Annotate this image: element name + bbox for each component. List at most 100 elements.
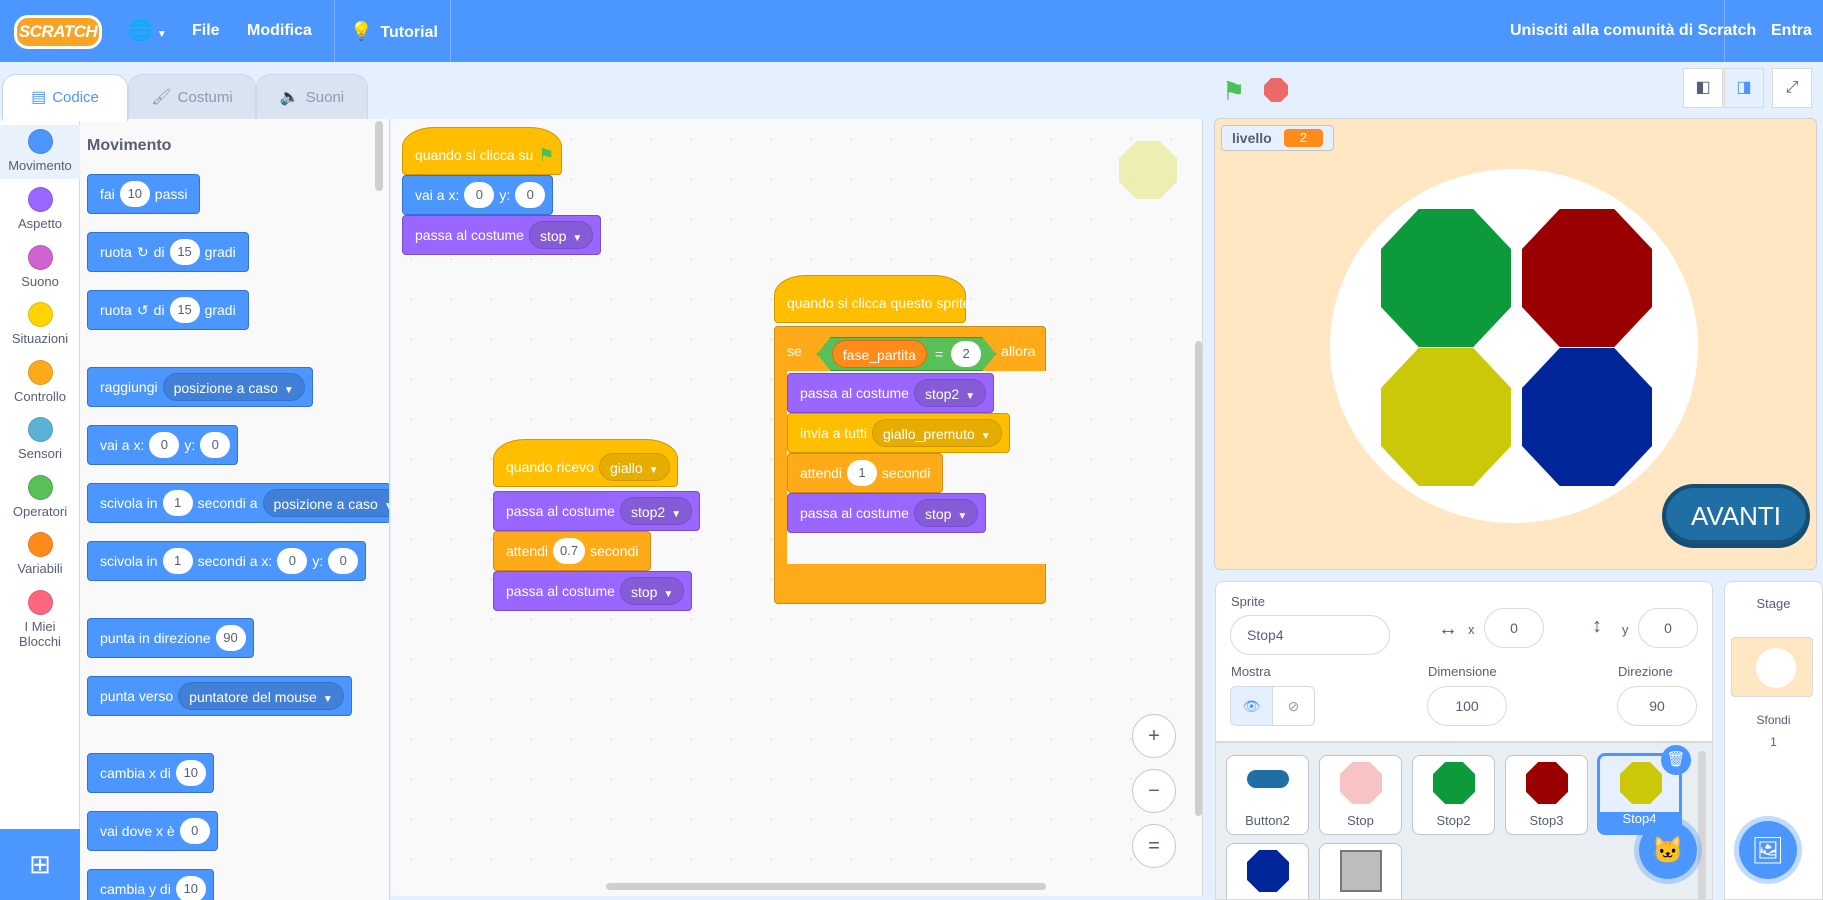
fullscreen-button[interactable]: ⤢	[1772, 68, 1812, 108]
tab-code[interactable]: ▤ Codice	[2, 74, 128, 121]
block-when-receive[interactable]: quando ricevo giallo ▼	[493, 439, 678, 487]
block-point-direction[interactable]: punta in direzione 90	[87, 618, 254, 658]
block-turn-left[interactable]: ruota ↺ di 15 gradi	[87, 290, 249, 330]
sprite-thumb-stop[interactable]: Stop	[1319, 755, 1402, 835]
seconds-input[interactable]: 1	[847, 460, 878, 486]
sprite-thumb[interactable]	[1319, 843, 1402, 899]
category-sensing[interactable]: Sensori	[0, 413, 80, 467]
block-glide-xy[interactable]: scivola in 1 secondi a x: 0 y: 0	[87, 541, 367, 581]
equals-operator[interactable]: fase_partita = 2	[817, 337, 996, 371]
block-turn-right[interactable]: ruota ↻ di 15 gradi	[87, 232, 249, 272]
costume-dropdown[interactable]: stop ▼	[619, 577, 685, 605]
direction-input[interactable]: 90	[1617, 686, 1697, 726]
block-switch-costume[interactable]: passa al costume stop ▼	[402, 215, 602, 255]
y-input[interactable]: 0	[200, 432, 231, 458]
zoom-out-button[interactable]: −	[1132, 769, 1176, 813]
workspace-vertical-scrollbar[interactable]	[1195, 341, 1202, 816]
y-input[interactable]: 0	[515, 182, 546, 208]
costume-dropdown[interactable]: stop ▼	[528, 221, 594, 249]
join-scratch-link[interactable]: Unisciti alla comunità di Scratch	[1510, 0, 1756, 62]
green-flag-button[interactable]: ⚑	[1222, 77, 1250, 105]
x-input[interactable]: 0	[277, 548, 308, 574]
green-octagon-sprite[interactable]	[1381, 209, 1511, 347]
choose-backdrop-button[interactable]: 🖼	[1739, 821, 1797, 879]
file-menu[interactable]: File	[192, 0, 220, 62]
variable-reporter[interactable]: fase_partita	[832, 340, 927, 368]
blue-octagon-sprite[interactable]	[1522, 348, 1652, 486]
block-move-steps[interactable]: fai 10 passi	[87, 174, 201, 214]
add-extension-button[interactable]: ⊞	[0, 829, 80, 900]
y-input[interactable]: 0	[328, 548, 359, 574]
sprite-thumb-stop2[interactable]: Stop2	[1412, 755, 1495, 835]
degrees-input[interactable]: 15	[169, 239, 200, 265]
stage-canvas[interactable]: livello 2 AVANTI	[1214, 118, 1817, 570]
avanti-button-sprite[interactable]: AVANTI	[1662, 484, 1810, 548]
category-my-blocks[interactable]: I Miei Blocchi	[0, 586, 80, 656]
small-stage-button[interactable]: ◧	[1683, 68, 1723, 108]
goto-dropdown[interactable]: posizione a caso ▼	[162, 373, 305, 401]
y-input[interactable]: 10	[175, 876, 206, 900]
block-goto-xy[interactable]: vai a x: 0 y: 0	[402, 175, 554, 215]
block-wait[interactable]: attendi 1 secondi	[787, 453, 944, 493]
seconds-input[interactable]: 1	[162, 548, 193, 574]
block-goto-xy[interactable]: vai a x: 0 y: 0	[87, 425, 239, 465]
scratch-logo[interactable]: SCRATCH	[14, 15, 102, 49]
tab-costumes[interactable]: 🖌 Costumi	[128, 74, 256, 120]
block-change-y[interactable]: cambia y di 10	[87, 869, 214, 900]
sprite-name-input[interactable]: Stop4	[1230, 615, 1390, 655]
category-motion[interactable]: Movimento	[0, 125, 80, 179]
broadcast-dropdown[interactable]: giallo_premuto ▼	[871, 419, 1002, 447]
x-position-input[interactable]: 0	[1484, 608, 1544, 648]
category-operators[interactable]: Operatori	[0, 471, 80, 525]
category-looks[interactable]: Aspetto	[0, 183, 80, 237]
costume-dropdown[interactable]: stop2 ▼	[619, 497, 693, 525]
category-variables[interactable]: Variabili	[0, 528, 80, 582]
sprite-thumb-stop3[interactable]: Stop3	[1505, 755, 1588, 835]
block-switch-costume[interactable]: passa al costume stop ▼	[787, 493, 987, 533]
point-towards-dropdown[interactable]: puntatore del mouse ▼	[178, 682, 344, 710]
workspace-horizontal-scrollbar[interactable]	[606, 883, 1046, 890]
degrees-input[interactable]: 15	[169, 297, 200, 323]
zoom-in-button[interactable]: +	[1132, 714, 1176, 758]
sign-in-link[interactable]: Entra	[1771, 0, 1812, 62]
sprite-thumb[interactable]	[1226, 843, 1309, 899]
block-glide[interactable]: scivola in1secondi aposizione a caso▼	[87, 483, 389, 523]
costume-dropdown[interactable]: stop ▼	[913, 499, 979, 527]
stop-button[interactable]	[1264, 78, 1288, 102]
sprite-list-scrollbar[interactable]	[1698, 751, 1706, 899]
glide-dropdown[interactable]: posizione a caso▼	[262, 489, 389, 517]
block-switch-costume[interactable]: passa al costume stop ▼	[493, 571, 693, 611]
tab-sounds[interactable]: 🔈 Suoni	[256, 74, 368, 120]
x-input[interactable]: 0	[179, 818, 210, 844]
delete-sprite-button[interactable]: 🗑	[1661, 745, 1691, 775]
language-menu[interactable]: 🌐 ▼	[128, 0, 167, 62]
variable-monitor[interactable]: livello 2	[1221, 125, 1334, 151]
costume-dropdown[interactable]: stop2 ▼	[913, 379, 987, 407]
zoom-reset-button[interactable]: =	[1132, 824, 1176, 868]
block-point-towards[interactable]: punta verso puntatore del mouse ▼	[87, 676, 352, 716]
choose-sprite-button[interactable]: 🐱	[1639, 821, 1697, 879]
seconds-input[interactable]: 0.7	[553, 538, 586, 564]
steps-input[interactable]: 10	[119, 181, 150, 207]
block-switch-costume[interactable]: passa al costume stop2 ▼	[493, 491, 701, 531]
normal-stage-button[interactable]: ◨	[1724, 68, 1764, 108]
block-broadcast[interactable]: invia a tutti giallo_premuto ▼	[787, 413, 1010, 453]
sprite-thumb-button2[interactable]: Button2	[1226, 755, 1309, 835]
hide-sprite-button[interactable]: ⊘	[1272, 686, 1315, 726]
block-set-x[interactable]: vai dove x è0	[87, 811, 218, 851]
category-sound[interactable]: Suono	[0, 241, 80, 295]
block-wait[interactable]: attendi 0.7 secondi	[493, 531, 652, 571]
category-events[interactable]: Situazioni	[0, 298, 80, 352]
block-when-sprite-clicked[interactable]: quando si clicca questo sprite	[774, 275, 971, 323]
block-when-flag-clicked[interactable]: quando si clicca su ⚑	[402, 127, 563, 175]
red-octagon-sprite[interactable]	[1522, 209, 1652, 347]
direction-input[interactable]: 90	[215, 625, 246, 651]
value-input[interactable]: 2	[951, 341, 981, 367]
palette-scrollbar[interactable]	[375, 121, 383, 191]
tutorials-button[interactable]: 💡 Tutorial	[350, 0, 438, 62]
edit-menu[interactable]: Modifica	[247, 0, 312, 62]
block-switch-costume[interactable]: passa al costume stop2 ▼	[787, 373, 995, 413]
x-input[interactable]: 0	[464, 182, 495, 208]
block-goto[interactable]: raggiungi posizione a caso ▼	[87, 367, 313, 407]
size-input[interactable]: 100	[1427, 686, 1507, 726]
